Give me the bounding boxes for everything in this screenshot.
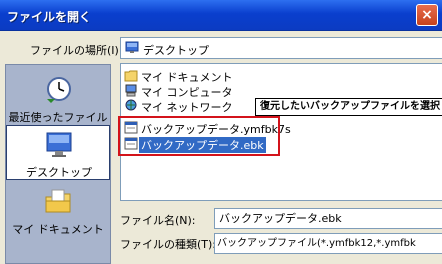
network-icon [125, 99, 137, 111]
recent-icon [47, 77, 71, 103]
callout-annotation: 復元したいバックアップファイルを選択 [255, 98, 442, 116]
places-item-label: デスクトップ [26, 166, 92, 179]
folder-icon [124, 70, 138, 82]
location-value: デスクトップ [143, 44, 209, 57]
title-bar: ファイルを開く [0, 0, 442, 31]
file-name: マイ コンピュータ [141, 86, 233, 99]
file-name: マイ ドキュメント [141, 71, 233, 84]
filename-label: ファイル名(N): [120, 214, 196, 227]
computer-icon [125, 84, 137, 97]
window-title: ファイルを開く [7, 10, 92, 24]
places-item-label: 最近使ったファイル [8, 111, 108, 124]
location-label: ファイルの場所(I): [30, 44, 123, 57]
filename-input[interactable]: バックアップデータ.ebk [214, 208, 442, 229]
places-item-label: マイ ドキュメント [12, 223, 104, 236]
desktop-icon [46, 132, 72, 157]
filetype-label: ファイルの種類(T): [120, 238, 217, 251]
file-name: マイ ネットワーク [141, 101, 233, 114]
location-dropdown[interactable]: デスクトップ [120, 37, 442, 59]
places-item-desktop[interactable]: デスクトップ [6, 125, 110, 180]
documents-icon [45, 189, 71, 213]
filetype-dropdown[interactable]: バックアップファイル(*.ymfbk12,*.ymfbk [214, 233, 442, 254]
desktop-icon [125, 41, 139, 53]
places-bar: 最近使ったファイル デスクトップ マイ ドキュメント [5, 64, 111, 264]
places-item-documents[interactable]: マイ ドキュメント [6, 187, 110, 237]
highlight-box [118, 116, 280, 156]
close-button[interactable]: × [416, 4, 438, 26]
places-item-recent[interactable]: 最近使ったファイル [6, 73, 110, 124]
